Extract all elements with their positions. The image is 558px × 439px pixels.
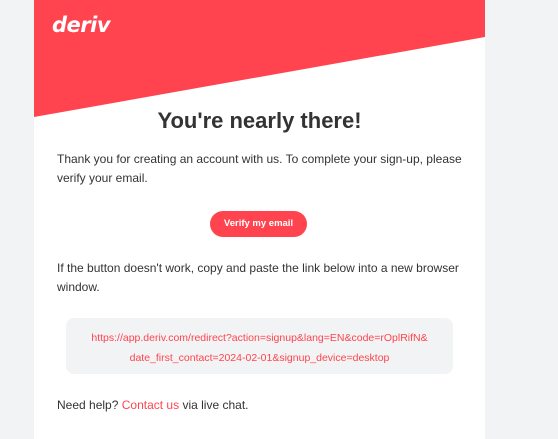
help-suffix: via live chat. <box>182 398 249 412</box>
verification-link-box: https://app.deriv.com/redirect?action=si… <box>66 318 453 374</box>
help-prefix: Need help? <box>57 398 119 412</box>
contact-us-link[interactable]: Contact us <box>122 398 179 412</box>
header-banner: deriv <box>34 0 485 120</box>
verify-email-button[interactable]: Verify my email <box>210 211 307 237</box>
deriv-logo: deriv <box>52 13 111 37</box>
page-title: You're nearly there! <box>157 108 362 133</box>
help-text: Need help? Contact us via live chat. <box>57 396 248 415</box>
verification-link-line-2: date_first_contact=2024-02-01&signup_dev… <box>129 352 390 364</box>
intro-text: Thank you for creating an account with u… <box>57 152 462 185</box>
fallback-instructions: If the button doesn't work, copy and pas… <box>57 261 459 294</box>
email-body: deriv You're nearly there! Thank you for… <box>34 0 485 439</box>
verification-link-line-1: https://app.deriv.com/redirect?action=si… <box>91 332 428 344</box>
verification-link[interactable]: https://app.deriv.com/redirect?action=si… <box>91 332 427 364</box>
